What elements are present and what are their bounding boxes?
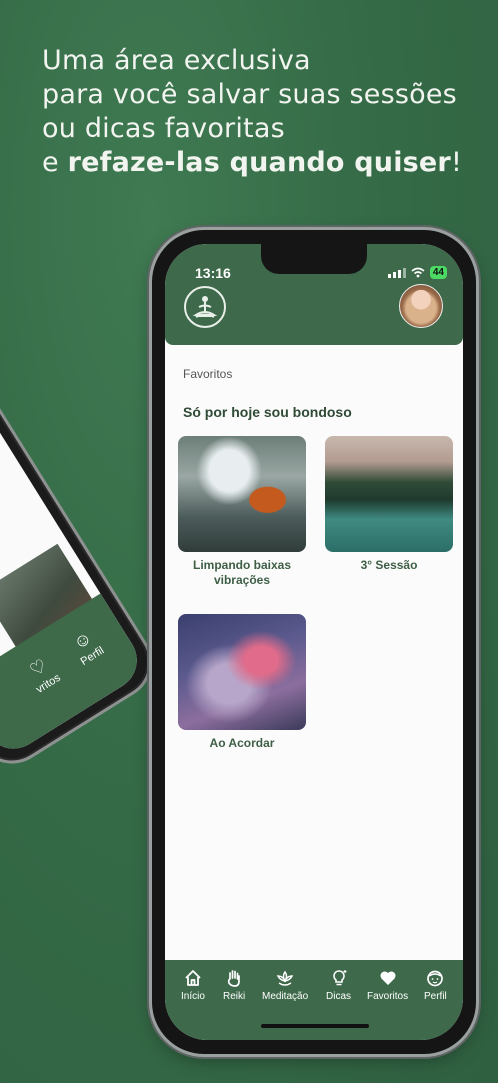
tab-dicas-label: Dicas — [326, 991, 352, 1002]
headline-line-3: ou dicas favoritas — [42, 113, 285, 144]
favorite-card-3[interactable]: Ao Acordar — [178, 614, 306, 751]
tab-perfil-label: Perfil — [424, 991, 447, 1002]
headline-line-4-suffix: ! — [450, 147, 462, 178]
favorite-card-1[interactable]: Limpando baixas vibrações — [178, 436, 306, 588]
user-avatar[interactable] — [399, 284, 443, 328]
tab-inicio-label: Início — [181, 991, 205, 1002]
status-time: 13:16 — [195, 265, 231, 281]
background-phone: ♡ vritos ☺ Perfil — [0, 338, 167, 778]
tab-meditacao[interactable]: Meditação — [262, 968, 308, 1002]
meditation-logo-icon — [192, 296, 218, 318]
tab-meditacao-label: Meditação — [262, 991, 309, 1002]
tab-perfil[interactable]: Perfil — [424, 968, 447, 1002]
status-icons: 44 — [387, 266, 447, 279]
favorite-card-2[interactable]: 3° Sessão — [325, 436, 453, 573]
headline-emphasis: refaze-las quando quiser — [67, 147, 451, 178]
tab-reiki-label: Reiki — [223, 991, 246, 1002]
app-screen: 13:16 44 Favoritos Só por hoje sou bondo… — [165, 244, 463, 1040]
lightbulb-icon — [332, 970, 346, 986]
headline-line-4: e refaze-las quando quiser! — [42, 146, 482, 180]
signal-icon — [387, 267, 406, 278]
background-tab-favoritos: ♡ vritos — [16, 649, 68, 700]
headline-line-1: Uma área exclusiva — [42, 45, 311, 76]
home-icon — [185, 970, 201, 986]
home-indicator[interactable] — [261, 1024, 369, 1028]
app-header: 13:16 44 — [165, 244, 463, 345]
app-logo[interactable] — [184, 286, 226, 328]
lake-mountain-image — [325, 436, 453, 552]
tab-favoritos[interactable]: Favoritos — [367, 968, 408, 1002]
phone-notch — [261, 244, 367, 274]
background-tab-perfil: ☺ Perfil — [60, 621, 112, 672]
headline-line-2: para você salvar suas sessões — [42, 79, 457, 110]
headline-line-4-prefix: e — [42, 147, 68, 178]
heart-icon — [380, 971, 396, 985]
profile-face-icon — [427, 970, 444, 987]
tab-dicas[interactable]: Dicas — [326, 968, 351, 1002]
card-caption: Ao Acordar — [209, 736, 275, 750]
promo-headline: Uma área exclusiva para você salvar suas… — [42, 44, 482, 180]
lotus-icon — [276, 970, 294, 986]
tab-inicio[interactable]: Início — [181, 968, 205, 1002]
card-caption: Limpando baixas vibrações — [192, 558, 292, 587]
breadcrumb: Favoritos — [183, 367, 233, 381]
hand-icon — [227, 970, 240, 987]
section-title: Só por hoje sou bondoso — [183, 404, 352, 420]
hands-energy-image — [178, 614, 306, 730]
card-caption: 3° Sessão — [360, 558, 418, 572]
phone-frame: 13:16 44 Favoritos Só por hoje sou bondo… — [152, 230, 476, 1054]
tab-favoritos-label: Favoritos — [367, 991, 409, 1002]
monk-water-image — [178, 436, 306, 552]
tab-reiki[interactable]: Reiki — [223, 968, 245, 1002]
wifi-icon — [411, 267, 425, 278]
battery-indicator: 44 — [429, 266, 447, 279]
bottom-tab-bar: Início Reiki Meditação Dicas Favoritos P… — [165, 960, 463, 1040]
background-phone-screen: ♡ vritos ☺ Perfil — [0, 356, 149, 760]
